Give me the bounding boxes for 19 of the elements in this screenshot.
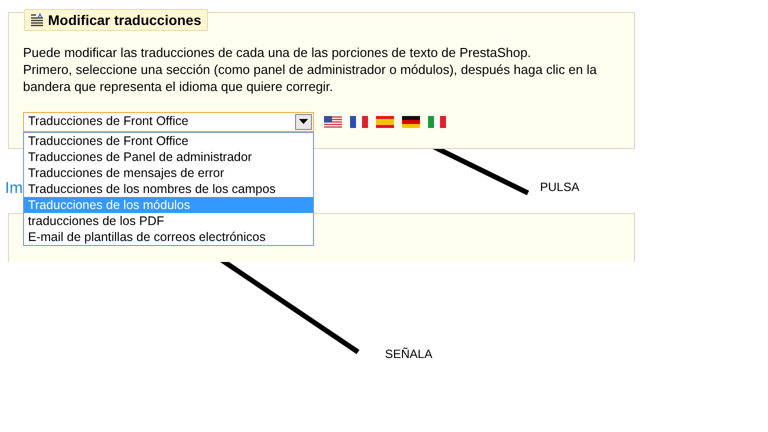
dropdown-option[interactable]: Traducciones de Front Office xyxy=(24,132,313,148)
dropdown-option[interactable]: Traducciones de los nombres de los campos xyxy=(24,180,313,196)
dropdown-option[interactable]: Traducciones de mensajes de error xyxy=(24,164,313,180)
german-flag-icon[interactable] xyxy=(402,116,420,128)
spanish-flag-icon[interactable] xyxy=(376,116,394,128)
panel-title: Modificar traducciones xyxy=(24,9,208,31)
text-document-icon xyxy=(30,13,44,27)
section-select[interactable]: Traducciones de Front Office xyxy=(23,112,314,132)
american-flag-icon[interactable] xyxy=(324,116,342,128)
annotation-label: PULSA xyxy=(540,179,580,196)
annotation-label: SEÑALA xyxy=(385,346,432,363)
french-flag-icon[interactable] xyxy=(350,116,368,128)
dropdown-option[interactable]: traducciones de los PDF xyxy=(24,212,313,228)
caret-icon xyxy=(295,114,312,130)
italian-flag-icon[interactable] xyxy=(428,116,446,128)
description-text: Puede modificar las traducciones de cada una de las porciones de texto de PrestaShop. Primero, seleccione una sección (como panel de administrador o módulos), después haga clic en la bandera que representa el idioma que quiere corregir. xyxy=(23,44,598,94)
section-heading: Im xyxy=(5,178,23,198)
dropdown-option[interactable]: Traducciones de Panel de administrador xyxy=(24,148,313,164)
dropdown-option[interactable]: E-mail de plantillas de correos electrónicos xyxy=(24,228,313,244)
